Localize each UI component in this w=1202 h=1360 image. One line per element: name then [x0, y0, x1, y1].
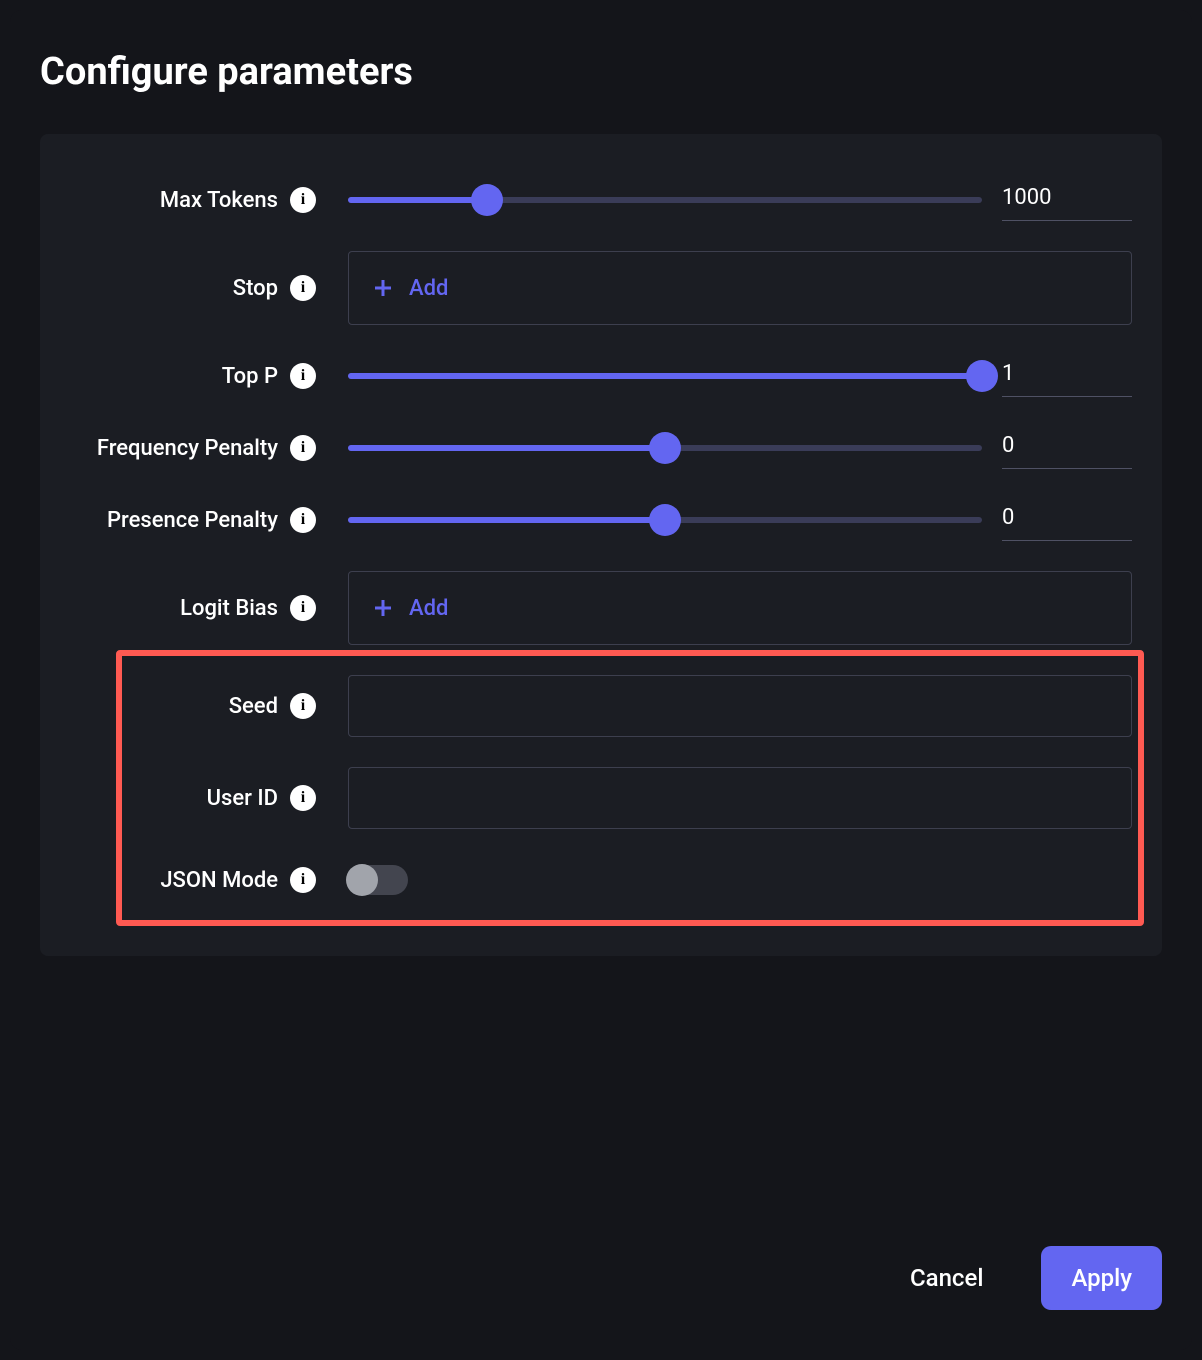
slider-thumb[interactable]	[471, 184, 503, 216]
label-col: Top P i	[70, 363, 348, 389]
logit-bias-add-button[interactable]: Add	[348, 571, 1132, 645]
info-icon[interactable]: i	[290, 595, 316, 621]
row-max-tokens: Max Tokens i	[70, 164, 1132, 236]
frequency-penalty-slider[interactable]	[348, 445, 982, 451]
slider-thumb[interactable]	[966, 360, 998, 392]
user-id-input[interactable]	[348, 767, 1132, 829]
add-label: Add	[409, 276, 448, 301]
add-label: Add	[409, 596, 448, 621]
frequency-penalty-label: Frequency Penalty	[97, 436, 278, 461]
info-icon[interactable]: i	[290, 693, 316, 719]
control-col	[348, 427, 1132, 469]
label-col: Logit Bias i	[70, 595, 348, 621]
top-p-slider[interactable]	[348, 373, 982, 379]
max-tokens-slider[interactable]	[348, 197, 982, 203]
row-frequency-penalty: Frequency Penalty i	[70, 412, 1132, 484]
label-col: Stop i	[70, 275, 348, 301]
slider-fill	[348, 445, 665, 451]
info-icon[interactable]: i	[290, 275, 316, 301]
panel-header: Configure parameters	[10, 10, 1192, 124]
user-id-label: User ID	[207, 786, 278, 811]
row-seed: Seed i	[70, 660, 1132, 752]
row-logit-bias: Logit Bias i Add	[70, 556, 1132, 660]
cancel-button[interactable]: Cancel	[880, 1246, 1013, 1310]
info-icon[interactable]: i	[290, 507, 316, 533]
frequency-penalty-input[interactable]	[1002, 427, 1132, 469]
info-icon[interactable]: i	[290, 785, 316, 811]
slider-fill	[348, 373, 982, 379]
panel-title: Configure parameters	[40, 50, 1162, 94]
slider-thumb[interactable]	[649, 432, 681, 464]
row-user-id: User ID i	[70, 752, 1132, 844]
seed-input[interactable]	[348, 675, 1132, 737]
top-p-input[interactable]	[1002, 355, 1132, 397]
slider-fill	[348, 517, 665, 523]
seed-label: Seed	[229, 694, 278, 719]
json-mode-label: JSON Mode	[160, 868, 278, 893]
max-tokens-label: Max Tokens	[160, 188, 278, 213]
form-area: Max Tokens i Stop i	[40, 134, 1162, 956]
configure-parameters-panel: Configure parameters Max Tokens i Stop i	[10, 10, 1192, 1350]
control-col	[348, 499, 1132, 541]
label-col: Max Tokens i	[70, 187, 348, 213]
plus-icon	[371, 276, 395, 300]
row-json-mode: JSON Mode i	[70, 844, 1132, 916]
logit-bias-label: Logit Bias	[180, 596, 278, 621]
control-col: Add	[348, 571, 1132, 645]
control-col	[348, 675, 1132, 737]
slider-fill	[348, 197, 487, 203]
row-top-p: Top P i	[70, 340, 1132, 412]
json-mode-toggle[interactable]	[348, 865, 408, 895]
max-tokens-input[interactable]	[1002, 179, 1132, 221]
presence-penalty-slider[interactable]	[348, 517, 982, 523]
toggle-knob	[346, 864, 378, 896]
row-presence-penalty: Presence Penalty i	[70, 484, 1132, 556]
info-icon[interactable]: i	[290, 187, 316, 213]
control-col	[348, 179, 1132, 221]
control-col	[348, 355, 1132, 397]
control-col: Add	[348, 251, 1132, 325]
slider-thumb[interactable]	[649, 504, 681, 536]
label-col: Frequency Penalty i	[70, 435, 348, 461]
control-col	[348, 767, 1132, 829]
stop-label: Stop	[233, 276, 278, 301]
control-col	[348, 865, 1132, 895]
presence-penalty-input[interactable]	[1002, 499, 1132, 541]
row-stop: Stop i Add	[70, 236, 1132, 340]
plus-icon	[371, 596, 395, 620]
label-col: JSON Mode i	[70, 867, 348, 893]
label-col: User ID i	[70, 785, 348, 811]
top-p-label: Top P	[222, 364, 278, 389]
stop-add-button[interactable]: Add	[348, 251, 1132, 325]
label-col: Seed i	[70, 693, 348, 719]
footer: Cancel Apply	[880, 1246, 1162, 1310]
info-icon[interactable]: i	[290, 435, 316, 461]
info-icon[interactable]: i	[290, 363, 316, 389]
presence-penalty-label: Presence Penalty	[107, 508, 278, 533]
apply-button[interactable]: Apply	[1041, 1246, 1162, 1310]
info-icon[interactable]: i	[290, 867, 316, 893]
label-col: Presence Penalty i	[70, 507, 348, 533]
